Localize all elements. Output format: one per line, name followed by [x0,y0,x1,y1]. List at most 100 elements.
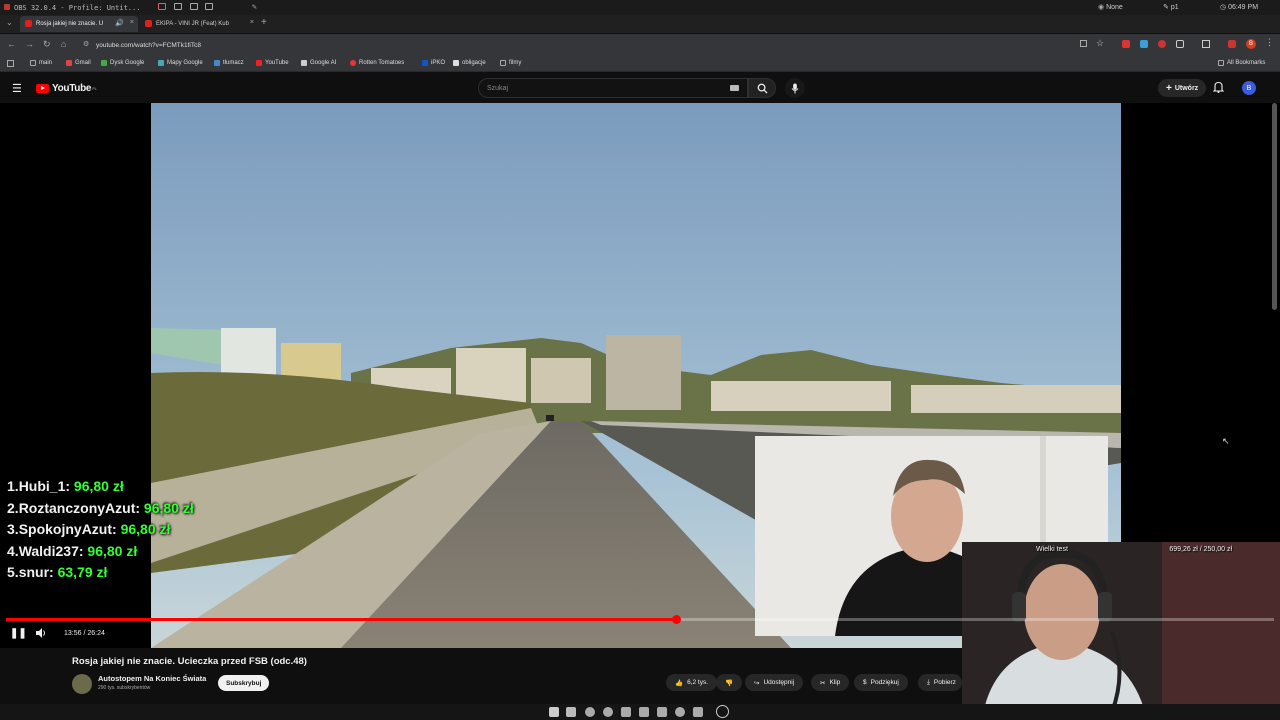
youtube-logo[interactable]: YouTube PL [36,83,97,94]
home-icon[interactable]: ⌂ [61,39,66,49]
extension-icon[interactable] [1140,40,1148,48]
bookmark-filmy[interactable]: filmy [500,60,521,66]
monitor-icon[interactable] [190,3,198,10]
download-button[interactable]: ⤓ Pobierz [918,674,962,691]
tab-search-icon[interactable]: ⌄ [6,18,13,27]
extension-icon[interactable] [1122,40,1130,48]
maps-icon [158,60,164,66]
dislike-button[interactable]: 👎 [716,674,743,691]
new-tab-icon[interactable]: + [261,17,267,28]
steam-icon[interactable] [675,707,685,717]
all-bookmarks[interactable]: All Bookmarks [1218,60,1265,66]
puzzle-icon[interactable] [1176,40,1184,48]
menu-dots-icon[interactable]: ⋮ [1265,37,1274,48]
notes-icon[interactable] [693,707,703,717]
close-icon[interactable]: × [130,19,134,26]
star-icon[interactable]: ☆ [1096,38,1104,49]
gmail-icon [66,60,72,66]
download-icon: ⤓ [927,678,930,686]
subscribe-button[interactable]: Subskrybuj [218,675,270,691]
thanks-button[interactable]: $ Podziękuj [854,674,908,691]
close-icon[interactable]: × [250,19,254,26]
obs-window-title: OBS 32.0.4 - Profile: Untit... [14,3,141,12]
create-button[interactable]: + Utwórz [1158,79,1207,97]
folder-icon [30,60,36,66]
spotify-icon[interactable] [585,707,595,717]
tray-p1[interactable]: ✎ p1 [1163,3,1179,11]
share-icon: ↪ [754,679,760,687]
tray-none[interactable]: ◉ None [1098,3,1123,11]
bookmark-main[interactable]: main [30,60,52,66]
notifications-bell-icon[interactable] [1212,81,1225,96]
tab-ekipa[interactable]: EKIPA - VINI JR (Feat) Kub × [140,16,258,32]
pen-icon[interactable]: ✎ [252,2,257,11]
volume-icon[interactable] [36,628,47,641]
bookmark-mapy[interactable]: Mapy Google [158,60,203,66]
channel-avatar[interactable] [72,674,92,694]
browser-icon[interactable] [603,707,613,717]
bookmark-tlumacz[interactable]: tłumacz [214,60,244,66]
back-icon[interactable]: ← [7,39,16,49]
bookmark-ipko[interactable]: iPKO [422,60,445,66]
video-scrubber-handle[interactable] [671,615,681,624]
forward-icon[interactable]: → [25,39,34,49]
files-icon[interactable] [549,707,559,717]
extension-icon[interactable] [1158,40,1166,48]
monitor-icon[interactable] [205,3,213,10]
telegram-icon[interactable] [639,707,649,717]
site-info-icon[interactable]: ⚙ [83,40,89,48]
video-title: Rosja jakiej nie znacie. Ucieczka przed … [72,656,307,667]
search-icon [757,83,768,94]
scissors-icon: ✂ [820,679,826,687]
bookmark-google-ai[interactable]: Google AI [301,60,336,66]
bookmark-dysk[interactable]: Dysk Google [101,60,144,66]
terminal-icon[interactable] [566,707,576,717]
voice-search-button[interactable] [785,78,805,98]
screen-record-icon[interactable] [158,3,166,10]
donation-leaderboard: 1.Hubi_1: 96,80 zł 2.RoztanczonyAzut: 96… [7,476,194,584]
obs-icon [4,4,10,10]
time-display: 13:56 / 26:24 [64,630,105,637]
tab-rosja[interactable]: Rosja jakiej nie znacie. U 🔊 × [20,16,138,32]
extension-icon[interactable] [1228,40,1236,48]
leaderboard-row: 4.Waldi237: 96,80 zł [7,542,138,559]
profile-avatar[interactable]: B [1246,39,1256,49]
folder-icon [1218,60,1224,66]
leaderboard-row: 1.Hubi_1: 96,80 zł [7,478,124,494]
shield-icon: ◉ [1098,4,1105,11]
share-button[interactable]: ↪ Udostępnij [745,674,804,691]
keyboard-icon[interactable] [730,85,739,91]
bookmark-gmail[interactable]: Gmail [66,60,91,66]
hamburger-menu-icon[interactable]: ☰ [12,82,22,95]
reload-icon[interactable]: ↻ [43,39,51,50]
cast-icon[interactable] [1080,40,1087,47]
app-icon[interactable] [657,707,667,717]
tray-clock[interactable]: ◷ 06:49 PM [1220,3,1258,11]
monitor-icon[interactable] [174,3,182,10]
page-scrollbar[interactable] [1272,103,1277,310]
microphone-icon [791,83,799,93]
streamer-person-image [962,542,1280,720]
plus-icon: + [1166,82,1172,94]
discord-icon[interactable] [621,707,631,717]
youtube-favicon-icon [145,20,152,27]
clock-icon: ◷ [1220,4,1227,11]
channel-name[interactable]: Autostopem Na Koniec Świata [98,674,206,683]
obs-taskbar-icon[interactable] [716,705,729,718]
like-button[interactable]: 👍 6,2 tys. [666,674,718,691]
video-progress-fill [6,618,676,621]
bookmark-obligacje[interactable]: obligacje [453,60,486,66]
pause-icon[interactable]: ❚❚ [10,628,27,639]
bookmark-rotten-tomatoes[interactable]: Rotten Tomatoes [350,60,404,66]
search-input[interactable]: Szukaj [478,78,748,98]
search-button[interactable] [748,78,776,98]
apps-grid-icon[interactable] [7,60,14,67]
clip-button[interactable]: ✂ Klip [811,674,850,691]
donation-goal-bar: Wielki test 699,26 zł / 250,00 zł [1036,545,1232,553]
bookmark-youtube[interactable]: YouTube [256,60,289,66]
url-field[interactable]: ⚙ youtube.com/watch?v=FCMTk1fiTc8 [80,38,1090,52]
streamer-webcam-overlay [962,542,1280,720]
sidepanel-icon[interactable] [1202,40,1210,48]
account-avatar[interactable]: B [1242,81,1256,95]
speaker-icon[interactable]: 🔊 [115,19,124,27]
